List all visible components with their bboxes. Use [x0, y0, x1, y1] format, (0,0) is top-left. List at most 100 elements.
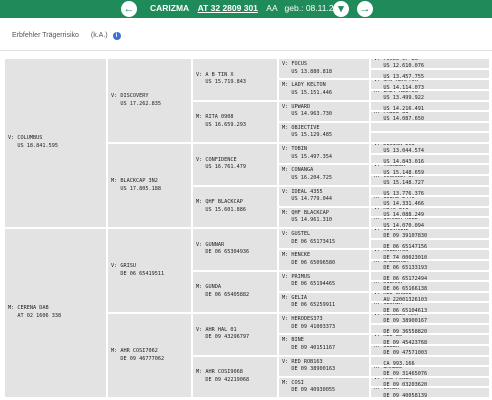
hereditary-risk-value: (k.A.): [90, 32, 108, 39]
pedigree-cell-g3-8[interactable]: M: AHR COSI9068 DE 09 42219068: [192, 355, 278, 398]
pedigree-cell-g4-16[interactable]: M: COSI DE 09 40930055: [278, 376, 370, 398]
pedigree-cell-g5-29[interactable]: V: PRINCE ROB CA 993.166: [370, 355, 490, 367]
pedigree-cell-g5-2[interactable]: M: COUNTESS US 13.457.755: [370, 68, 490, 80]
animal-id: US 15.497.354: [282, 153, 332, 160]
animal-name: V: RED ROB163: [282, 358, 323, 365]
pedigree-cell-g2-2[interactable]: M: BLACKCAP 3N2 US 17.805.188: [107, 143, 192, 228]
pedigree-cell-g4-9[interactable]: V: GUSTEL DE 06 65173415: [278, 228, 370, 250]
pedigree-cell-g5-32[interactable]: M: CORSA DE 09 40058139: [370, 387, 490, 398]
pedigree-cell-g4-10[interactable]: M: HENCKE DE 06 65096580: [278, 249, 370, 271]
pedigree-cell-text: M: COSI DE 09 40930055: [282, 380, 335, 395]
pedigree-cell-g5-17[interactable]: V: GIOVANNI DE 09 39107830: [370, 228, 490, 239]
pedigree-cell-g4-4[interactable]: M: OBJECTIVE US 15.129.485: [278, 121, 370, 143]
pedigree-cell-g5-3[interactable]: V: SAV ADAPTOR US 14.114.073: [370, 79, 490, 90]
pedigree-cell-g5-28[interactable]: M: BELLA DE 09 47571003: [370, 344, 490, 356]
animal-name: V: DISCOVERY: [111, 92, 149, 99]
header-bar: ← CARIZMA AT 32 2809 301 AA geb.: 08.11.…: [0, 0, 492, 18]
animal-name: CARIZMA: [150, 3, 190, 13]
pedigree-cell-text: V: RED LABEL AU 22001326103: [374, 293, 427, 302]
animal-id: US 16.659.293: [196, 121, 246, 128]
pedigree-cell-g5-26[interactable]: M: KERSTI8820 DE 09 36558820: [370, 323, 490, 335]
prev-arrow-icon[interactable]: ←: [121, 1, 137, 17]
pedigree-cell-g4-6[interactable]: M: CONANGA US 16.204.725: [278, 164, 370, 186]
pedigree-cell-g4-12[interactable]: M: GELIA DE 06 65259911: [278, 291, 370, 313]
pedigree-cell-text: M: CERENA DAB AT 02 1606 338: [8, 305, 61, 320]
pedigree-cell-g3-1[interactable]: V: A B TIN X US 15.719.843: [192, 58, 278, 101]
animal-name: M: RITA 0908: [196, 114, 234, 121]
pedigree-cell-g5-6[interactable]: M: PRIDE 81 US 14.087.650: [370, 111, 490, 122]
pedigree-cell-g5-9[interactable]: V: DESIGN 208 US 13.044.574: [370, 143, 490, 154]
pedigree-cell-g5-16[interactable]: M: QUAKER HILL US 14.070.094: [370, 217, 490, 228]
pedigree-cell-g5-11[interactable]: V: THUNDER US 15.148.659: [370, 164, 490, 175]
pedigree-cell-g5-30[interactable]: M: BÄRBEL DE 09 31465076: [370, 366, 490, 377]
pedigree-cell-g5-23[interactable]: V: RED LABEL AU 22001326103: [370, 291, 490, 303]
info-icon[interactable]: i: [112, 32, 121, 40]
animal-id: DE 06 65194465: [282, 281, 336, 288]
pedigree-cell-g5-10[interactable]: M: CONANGA US 14.843.016: [370, 153, 490, 165]
pedigree-cell-g5-4[interactable]: M: LADY KELTON US 13.499.922: [370, 89, 490, 101]
pedigree-cell-g5-22[interactable]: M: DILARA DE 06 65166138: [370, 281, 490, 292]
animal-id: US 16.761.479: [196, 164, 246, 171]
pedigree-cell-g5-18[interactable]: M: ANKA DE 06 65147156: [370, 238, 490, 250]
pedigree-cell-g4-5[interactable]: V: TOBIN US 15.497.354: [278, 143, 370, 165]
pedigree-cell-g5-1[interactable]: V: FOCUS OF EN US 12.610.076: [370, 58, 490, 69]
pedigree-cell-g2-1[interactable]: V: DISCOVERY US 17.262.835: [107, 58, 192, 143]
pedigree-cell-g4-8[interactable]: M: QHF BLACKCAP US 14.961.310: [278, 206, 370, 228]
pedigree-cell-g5-20[interactable]: M: WALBURGA DE 06 65133193: [370, 259, 490, 271]
animal-name: V: IDEAL 4355: [282, 188, 323, 195]
pedigree-cell-g5-24[interactable]: M: GLORIA DE 06 65104613: [370, 302, 490, 313]
pedigree-cell-g1-1[interactable]: V: COLUMBUS US 18.841.595: [4, 58, 107, 228]
animal-name: V: GUNNAR: [196, 241, 225, 248]
pedigree-cell-text: M: GELIA DE 06 65259911: [282, 295, 335, 310]
animal-name: M: CONANGA: [282, 167, 314, 174]
pedigree-cell-g3-7[interactable]: V: AHR HAL 01 DE 09 43296797: [192, 313, 278, 356]
pedigree-cell-g4-15[interactable]: V: RED ROB163 DE 09 38900163: [278, 355, 370, 377]
pedigree-cell-g5-27[interactable]: V: RED LU DE 09 45423768: [370, 334, 490, 345]
animal-name: V: GRISU: [111, 262, 136, 269]
animal-id: DE 09 40930055: [282, 387, 336, 394]
pedigree-cell-g4-2[interactable]: M: LADY KELTON US 15.151.446: [278, 79, 370, 101]
pedigree-cell-text: V: CONFIDENCE US 16.761.479: [196, 157, 246, 172]
animal-name: V: PRIMUS: [282, 273, 311, 280]
pedigree-cell-g1-2[interactable]: M: CERENA DAB AT 02 1606 338: [4, 228, 107, 398]
animal-id: US 14.963.730: [282, 111, 332, 118]
pedigree-cell-g5-8[interactable]: [370, 132, 490, 143]
pedigree-cell-g5-7[interactable]: [370, 121, 490, 133]
pedigree-cell-g5-5[interactable]: V: UPWARD US 14.216.491: [370, 100, 490, 112]
pedigree-cell-g4-3[interactable]: V: UPWARD US 14.963.730: [278, 100, 370, 122]
animal-name: M: AHR COSI9068: [196, 369, 243, 376]
pedigree-cell-g4-7[interactable]: V: IDEAL 4355 US 14.779.044: [278, 185, 370, 207]
animal-id: US 13.880.818: [282, 68, 332, 75]
animal-id: DE 06 65405882: [196, 291, 250, 298]
pedigree-cell-g5-21[interactable]: V: PIROL DE 06 65172494: [370, 270, 490, 282]
pedigree-cell-g5-14[interactable]: M: IDEAL 2440 US 14.331.466: [370, 196, 490, 207]
pedigree-cell-text: V: UPWARD US 14.216.491: [374, 101, 424, 110]
pedigree-cell-g5-12[interactable]: M: CONANGA 37 US 15.148.727: [370, 174, 490, 186]
pedigree-cell-g2-4[interactable]: M: AHR COSI7062 DE 09 46777062: [107, 313, 192, 398]
pedigree-cell-g3-3[interactable]: V: CONFIDENCE US 16.761.479: [192, 143, 278, 186]
animal-id: DE 09 42219068: [196, 376, 250, 383]
pedigree-cell-g5-25[interactable]: V: HERODES AHR DE 09 38900167: [370, 313, 490, 324]
pedigree-cell-g5-13[interactable]: V: OBJECTIVE US 13.776.376: [370, 185, 490, 197]
animal-registration-link[interactable]: AT 32 2809 301: [198, 3, 258, 13]
pedigree-cell-g5-31[interactable]: V: MAN POWER DE 09 03203620: [370, 376, 490, 388]
pedigree-cell-text: V: PIROL DE 06 65172494: [374, 271, 427, 280]
pedigree-cell-g4-11[interactable]: V: PRIMUS DE 06 65194465: [278, 270, 370, 292]
next-arrow-icon[interactable]: →: [357, 1, 373, 17]
chevron-down-icon[interactable]: ▾: [333, 1, 349, 17]
pedigree-cell-g5-19[interactable]: V: HUBERTUS DE 74 00023010: [370, 249, 490, 260]
pedigree-cell-g3-4[interactable]: M: QHF BLACKCAP US 15.601.886: [192, 185, 278, 228]
animal-name: M: BINE: [282, 337, 304, 344]
animal-id: DE 06 65173415: [282, 238, 336, 245]
pedigree-cell-g3-5[interactable]: V: GUNNAR DE 06 65304936: [192, 228, 278, 271]
pedigree-cell-g3-2[interactable]: M: RITA 0908 US 16.659.293: [192, 100, 278, 143]
animal-name: M: HENCKE: [282, 252, 311, 259]
pedigree-cell-g4-13[interactable]: V: HERODES373 DE 09 41003373: [278, 313, 370, 335]
pedigree-cell-text: M: LADY KELTON US 13.499.922: [374, 91, 424, 100]
pedigree-cell-g2-3[interactable]: V: GRISU DE 06 65419511: [107, 228, 192, 313]
animal-id: US 16.204.725: [282, 174, 332, 181]
pedigree-cell-g3-6[interactable]: M: GUNDA DE 06 65405882: [192, 270, 278, 313]
pedigree-cell-g5-15[interactable]: V: RITO 2V1 US 14.088.249: [370, 206, 490, 218]
pedigree-cell-g4-1[interactable]: V: FOCUS US 13.880.818: [278, 58, 370, 80]
pedigree-cell-g4-14[interactable]: M: BINE DE 09 40151167: [278, 334, 370, 356]
